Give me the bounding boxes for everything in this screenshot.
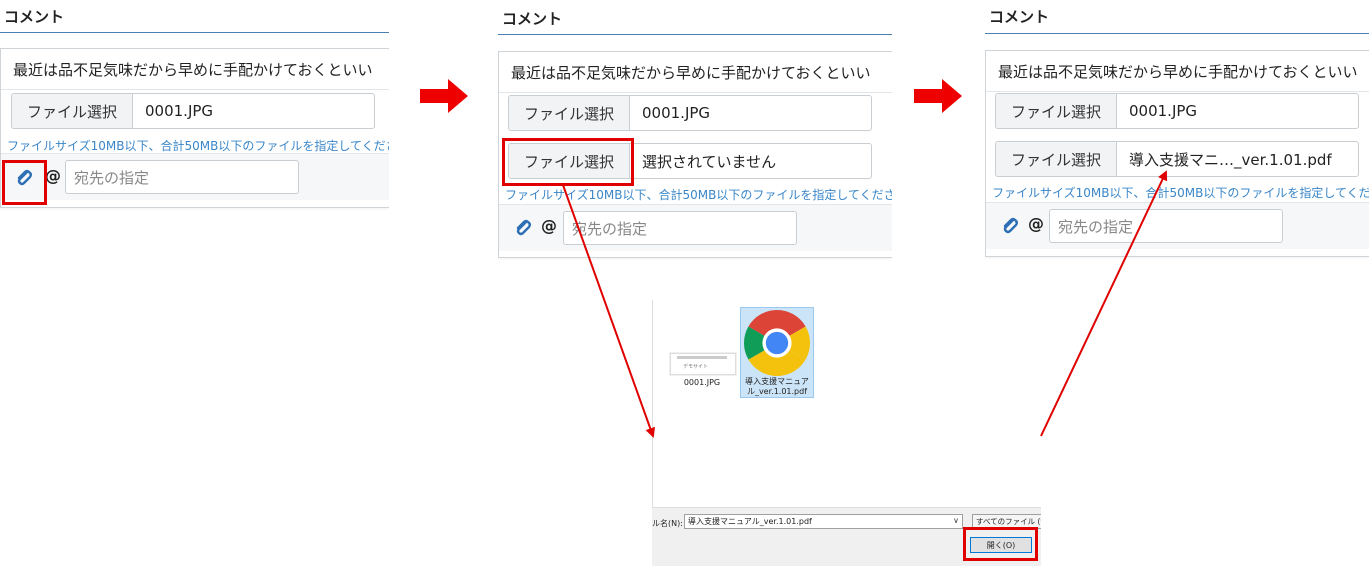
- arrow-to-dialog: [562, 184, 656, 438]
- arrow-to-result: [1040, 170, 1168, 437]
- connector-arrows: [562, 170, 1168, 438]
